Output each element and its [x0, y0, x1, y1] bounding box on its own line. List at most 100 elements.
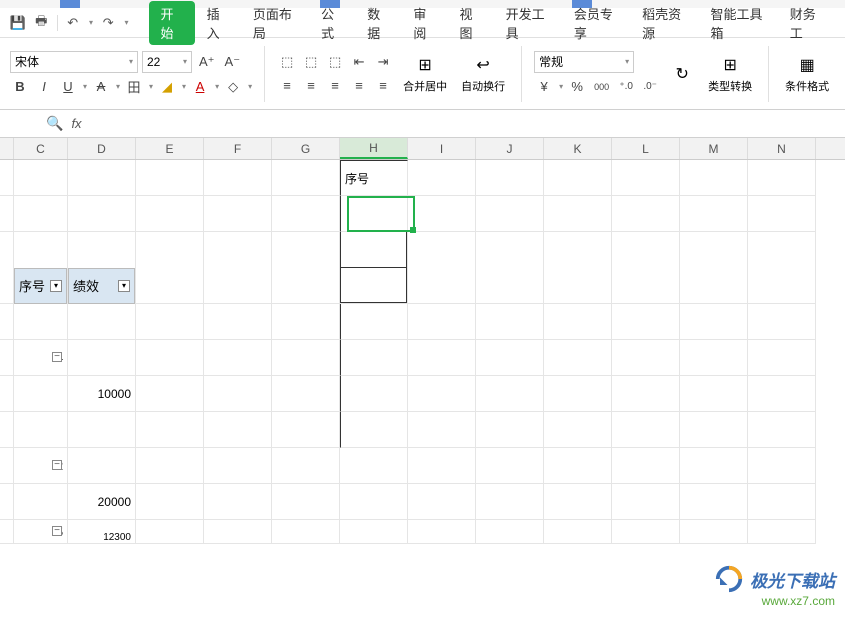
indent-inc-icon[interactable]: ⇥ [373, 52, 393, 72]
undo-icon[interactable]: ↶ [65, 15, 80, 31]
cell-H6[interactable] [340, 340, 408, 376]
cell-H4[interactable] [340, 268, 407, 304]
cond-format-button[interactable]: ▦ 条件格式 [781, 46, 833, 102]
font-inc-button[interactable]: A⁺ [196, 52, 218, 72]
col-header-J[interactable]: J [476, 138, 544, 159]
cell-H2[interactable] [340, 196, 408, 232]
fill-dd[interactable]: ▾ [182, 82, 186, 91]
zoom-out-icon[interactable]: 🔍 [46, 115, 63, 132]
col-header-N[interactable]: N [748, 138, 816, 159]
col-header-C[interactable]: C [14, 138, 68, 159]
cell-H3[interactable] [340, 232, 407, 268]
col-header-M[interactable]: M [680, 138, 748, 159]
dec-inc-button[interactable]: ⁺.0 [616, 77, 636, 97]
cell-perf-12300[interactable]: 12300 [68, 520, 136, 544]
tab-review[interactable]: 审阅 [401, 0, 447, 46]
align-dist-icon[interactable]: ≡ [373, 76, 393, 96]
cell-H5[interactable] [340, 304, 408, 340]
table-perf-header[interactable]: 绩效 ▾ [68, 268, 135, 304]
col-header-partial[interactable] [0, 138, 14, 159]
cell-H7[interactable] [340, 376, 408, 412]
merge-center-button[interactable]: ⊞ 合并居中 [399, 46, 451, 102]
strike-dd[interactable]: ▾ [116, 82, 120, 91]
watermark-logo-icon [714, 564, 744, 594]
redo-dd[interactable]: ▾ [125, 18, 129, 27]
tab-dev[interactable]: 开发工具 [494, 0, 562, 46]
col-header-G[interactable]: G [272, 138, 340, 159]
tab-formula[interactable]: 公式 [309, 0, 355, 46]
table-seq-header[interactable]: 序号 ▾ [14, 268, 67, 304]
diamond-button[interactable]: ◇ [223, 77, 243, 97]
dec-dec-button[interactable]: .0⁻ [640, 77, 660, 97]
group-collapse-icon[interactable]: − [52, 352, 62, 362]
group-collapse-icon-2[interactable]: − [52, 460, 62, 470]
diamond-dd[interactable]: ▾ [248, 82, 252, 91]
redo-icon[interactable]: ↷ [101, 15, 116, 31]
print-icon[interactable]: 🖶 [34, 15, 49, 31]
align-top-icon[interactable]: ⬚ [277, 52, 297, 72]
cell-perf-10000[interactable]: 10000 [68, 376, 136, 412]
font-color-button[interactable]: A [190, 77, 210, 97]
col-header-H[interactable]: H [340, 138, 408, 159]
filter-seq-icon[interactable]: ▾ [50, 280, 62, 292]
align-justify-icon[interactable]: ≡ [349, 76, 369, 96]
number-format-select[interactable]: 常规 ▾ [534, 51, 634, 73]
align-left-icon[interactable]: ≡ [277, 76, 297, 96]
col-header-I[interactable]: I [408, 138, 476, 159]
cond-format-icon: ▦ [795, 54, 819, 76]
font-size-select[interactable]: 22 ▾ [142, 51, 192, 73]
border-button[interactable]: 田 [124, 77, 144, 97]
tab-daoke[interactable]: 稻壳资源 [630, 0, 698, 46]
tab-page-layout[interactable]: 页面布局 [241, 0, 309, 46]
underline-button[interactable]: U [58, 77, 78, 97]
grid-body[interactable]: 序号 序号 ▾ 绩效 ▾ [0, 160, 845, 544]
spreadsheet-grid[interactable]: C D E F G H I J K L M N 序号 [0, 138, 845, 598]
cell-seq-2[interactable]: − 2 [14, 448, 68, 484]
tab-finance[interactable]: 财务工 [778, 0, 835, 46]
type-convert-button[interactable]: ⊞ 类型转换 [704, 46, 756, 102]
tab-smart[interactable]: 智能工具箱 [698, 0, 777, 46]
cell-H8[interactable] [340, 412, 408, 448]
fill-color-button[interactable]: ◢ [157, 77, 177, 97]
cell-seq-5[interactable]: − 5 [14, 520, 68, 544]
cell-perf-20000[interactable]: 20000 [68, 484, 136, 520]
bold-button[interactable]: B [10, 77, 30, 97]
cell-H-header[interactable]: 序号 [340, 160, 408, 196]
col-header-E[interactable]: E [136, 138, 204, 159]
tab-member[interactable]: 会员专享 [562, 0, 630, 46]
cell-seq-4[interactable]: − 4 [14, 340, 68, 376]
col-header-K[interactable]: K [544, 138, 612, 159]
fx-icon[interactable]: fx [71, 116, 81, 131]
indent-dec-icon[interactable]: ⇤ [349, 52, 369, 72]
col-header-D[interactable]: D [68, 138, 136, 159]
border-dd[interactable]: ▾ [149, 82, 153, 91]
rotate-button[interactable]: ↻ [666, 46, 698, 102]
undo-dd[interactable]: ▾ [89, 18, 93, 27]
align-right-icon[interactable]: ≡ [325, 76, 345, 96]
currency-dd[interactable]: ▾ [559, 82, 563, 91]
col-header-L[interactable]: L [612, 138, 680, 159]
formula-bar: 🔍 fx [0, 110, 845, 138]
strike-button[interactable]: A [91, 77, 111, 97]
save-icon[interactable]: 💾 [10, 15, 26, 31]
currency-button[interactable]: ¥ [534, 77, 554, 97]
italic-button[interactable]: I [34, 77, 54, 97]
align-center-icon[interactable]: ≡ [301, 76, 321, 96]
align-middle-icon[interactable]: ⬚ [301, 52, 321, 72]
tab-data[interactable]: 数据 [355, 0, 401, 46]
underline-dd[interactable]: ▾ [83, 82, 87, 91]
tab-insert[interactable]: 插入 [195, 0, 241, 46]
align-bottom-icon[interactable]: ⬚ [325, 52, 345, 72]
fontcolor-dd[interactable]: ▾ [215, 82, 219, 91]
comma-button[interactable]: 000 [591, 77, 612, 97]
wrap-text-button[interactable]: ↩ 自动换行 [457, 46, 509, 102]
tab-start[interactable]: 开始 [149, 1, 195, 45]
filter-perf-icon[interactable]: ▾ [118, 280, 130, 292]
col-header-F[interactable]: F [204, 138, 272, 159]
group-collapse-icon-3[interactable]: − [52, 526, 62, 536]
font-dec-button[interactable]: A⁻ [222, 52, 244, 72]
formula-input[interactable] [90, 114, 835, 134]
tab-view[interactable]: 视图 [448, 0, 494, 46]
font-name-select[interactable]: 宋体 ▾ [10, 51, 138, 73]
percent-button[interactable]: % [567, 77, 587, 97]
